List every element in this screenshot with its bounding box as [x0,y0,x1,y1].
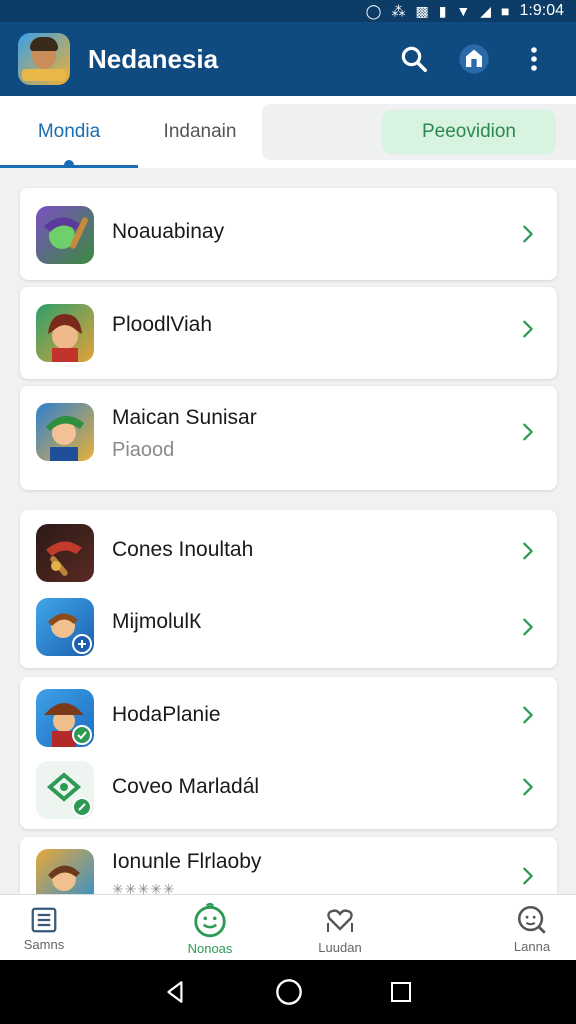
nav-label: Samns [23,936,65,952]
chevron-right-icon [523,320,533,338]
bottom-navigation: Samns Nonoas Luudan Lanna [0,894,576,960]
vibrate-icon: ▮ [438,3,447,19]
heart-hand-icon [326,908,354,932]
game-icon [36,304,94,362]
smiley-icon [194,902,226,937]
signal-icon: ◢ [480,3,492,19]
alarm-icon: ◯ [365,3,382,19]
list-item-title: Maican Sunisar [112,406,257,429]
list-card: Noauabinay [20,188,557,280]
game-icon [36,598,94,656]
search-face-icon [517,905,546,934]
list-item[interactable]: Coveo Marladál [20,753,557,829]
list-item-title: Coveo Marladál [112,775,260,798]
more-vert-icon [531,47,537,71]
list-item[interactable]: HodaPlanie [20,677,557,753]
list-item[interactable]: Maican Sunisar Piaood [20,386,557,490]
store-icon [459,44,489,74]
list-icon [31,907,57,932]
nav-label: Luudan [318,939,362,955]
chevron-right-icon [523,706,533,724]
battery-icon: ■ [501,3,510,19]
list-card: HodaPlanie Coveo Marladál [20,677,557,829]
list-item[interactable]: PloodlViah [20,287,557,379]
tab-area: Peeovidion [262,104,576,160]
recents-icon[interactable] [389,980,413,1004]
list-item[interactable]: Noauabinay [20,188,557,280]
nav-luudan[interactable]: Luudan [300,895,380,961]
list-item[interactable]: Cones Inoultah [20,510,557,588]
game-icon [36,206,94,264]
chevron-right-icon [523,867,533,885]
status-time: 1:9:04 [519,2,564,19]
list-card: Cones Inoultah MijmolulК [20,510,557,668]
game-icon [36,403,94,461]
game-icon [36,689,94,747]
chevron-right-icon [523,423,533,441]
nav-lanna[interactable]: Lanna [492,895,572,961]
tab-label: Mondia [37,121,101,142]
system-navigation-bar [0,960,576,1024]
search-button[interactable] [390,35,438,83]
bluetooth-icon: ⁂ [391,3,406,19]
game-icon [36,761,94,819]
nfc-icon: ▩ [415,3,429,19]
app-bar: Nedanesia [0,22,576,96]
home-icon[interactable] [275,978,303,1006]
tab-indanain[interactable]: Indanain [138,96,262,168]
list-item-title: Noauabinay [112,220,225,243]
chevron-right-icon [523,618,533,636]
status-bar: ◯ ⁂ ▩ ▮ ▼ ◢ ■ 1:9:04 [0,0,576,22]
list-item-title: MijmolulК [112,610,202,633]
list-item-title: PloodlViah [112,313,213,336]
nav-label: Lanna [513,938,551,954]
back-icon[interactable] [163,979,189,1005]
app-title: Nedanesia [88,43,219,74]
tab-mondia[interactable]: Mondia [0,96,138,168]
list-item[interactable]: MijmolulК [20,588,557,668]
chevron-right-icon [523,778,533,796]
search-icon [401,46,427,72]
list-card: PloodlViah [20,287,557,379]
nav-samns[interactable]: Samns [0,895,88,961]
app-logo[interactable] [18,33,70,85]
tab-label: Indanain [163,121,237,142]
list-item-title: Ionunle Flrlaoby [112,850,262,873]
tab-bar: Mondia Indanain Peeovidion [0,96,576,168]
list-item-subtitle: Piaood [112,439,175,461]
wifi-icon: ▼ [456,3,471,19]
chevron-right-icon [523,542,533,560]
game-icon [36,524,94,582]
store-button[interactable] [450,35,498,83]
nav-nonoas[interactable]: Nonoas [168,895,252,961]
tab-peeovidion[interactable]: Peeovidion [382,110,556,154]
list-item-title: HodaPlanie [112,703,221,726]
nav-label: Nonoas [187,940,233,956]
more-options-button[interactable] [510,35,558,83]
list-card: Maican Sunisar Piaood [20,386,557,490]
list-item-title: Cones Inoultah [112,538,254,561]
chevron-right-icon [523,225,533,243]
